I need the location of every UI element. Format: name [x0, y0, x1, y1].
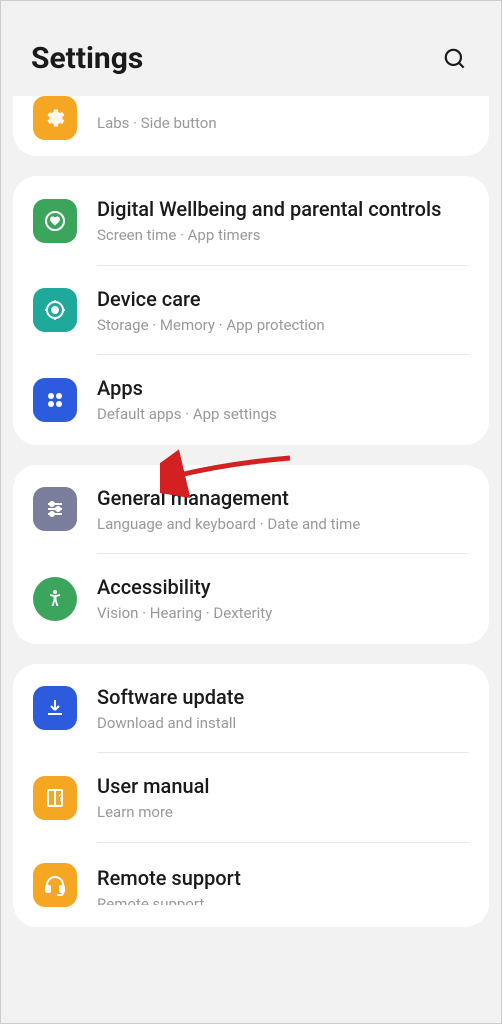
- settings-header: Settings: [1, 1, 501, 96]
- item-title: Software update: [97, 684, 469, 710]
- update-icon: [33, 686, 77, 730]
- settings-item-user-manual[interactable]: ? User manual Learn more: [13, 753, 489, 843]
- settings-section: Advanced features Labs · Side button: [13, 96, 489, 156]
- settings-item-apps[interactable]: Apps Default apps · App settings: [13, 355, 489, 445]
- item-subtitle: Vision · Hearing · Dexterity: [97, 604, 469, 624]
- item-title: Apps: [97, 375, 469, 401]
- item-subtitle: Download and install: [97, 714, 469, 734]
- headset-icon: [33, 863, 77, 907]
- item-title: Digital Wellbeing and parental controls: [97, 196, 469, 222]
- settings-item-digital-wellbeing[interactable]: Digital Wellbeing and parental controls …: [13, 176, 489, 266]
- settings-item-general-management[interactable]: General management Language and keyboard…: [13, 465, 489, 555]
- item-subtitle: Storage · Memory · App protection: [97, 316, 469, 336]
- settings-item-advanced-features[interactable]: Advanced features Labs · Side button: [13, 96, 489, 156]
- settings-item-accessibility[interactable]: Accessibility Vision · Hearing · Dexteri…: [13, 554, 489, 644]
- item-subtitle: Labs · Side button: [97, 114, 469, 134]
- item-subtitle: Screen time · App timers: [97, 226, 469, 246]
- item-title: User manual: [97, 773, 469, 799]
- settings-item-device-care[interactable]: Device care Storage · Memory · App prote…: [13, 266, 489, 356]
- apps-icon: [33, 378, 77, 422]
- item-title: General management: [97, 485, 469, 511]
- item-title: Device care: [97, 286, 469, 312]
- sliders-icon: [33, 487, 77, 531]
- item-title: Accessibility: [97, 574, 469, 600]
- settings-section: Software update Download and install ? U…: [13, 664, 489, 927]
- page-title: Settings: [31, 41, 143, 76]
- search-button[interactable]: [439, 43, 471, 75]
- manual-icon: ?: [33, 776, 77, 820]
- settings-item-software-update[interactable]: Software update Download and install: [13, 664, 489, 754]
- search-icon: [442, 46, 468, 72]
- accessibility-icon: [33, 577, 77, 621]
- item-subtitle: Default apps · App settings: [97, 405, 469, 425]
- settings-section: Digital Wellbeing and parental controls …: [13, 176, 489, 445]
- settings-item-remote-support[interactable]: Remote support Remote support: [13, 843, 489, 927]
- heart-circle-icon: [33, 199, 77, 243]
- item-subtitle: Learn more: [97, 803, 469, 823]
- item-title: Remote support: [97, 865, 469, 891]
- device-care-icon: [33, 288, 77, 332]
- svg-text:?: ?: [59, 794, 64, 804]
- item-subtitle: Remote support: [97, 895, 469, 905]
- gear-plus-icon: [33, 96, 77, 140]
- item-subtitle: Language and keyboard · Date and time: [97, 515, 469, 535]
- settings-section: General management Language and keyboard…: [13, 465, 489, 644]
- settings-content: Advanced features Labs · Side button Dig…: [1, 96, 501, 927]
